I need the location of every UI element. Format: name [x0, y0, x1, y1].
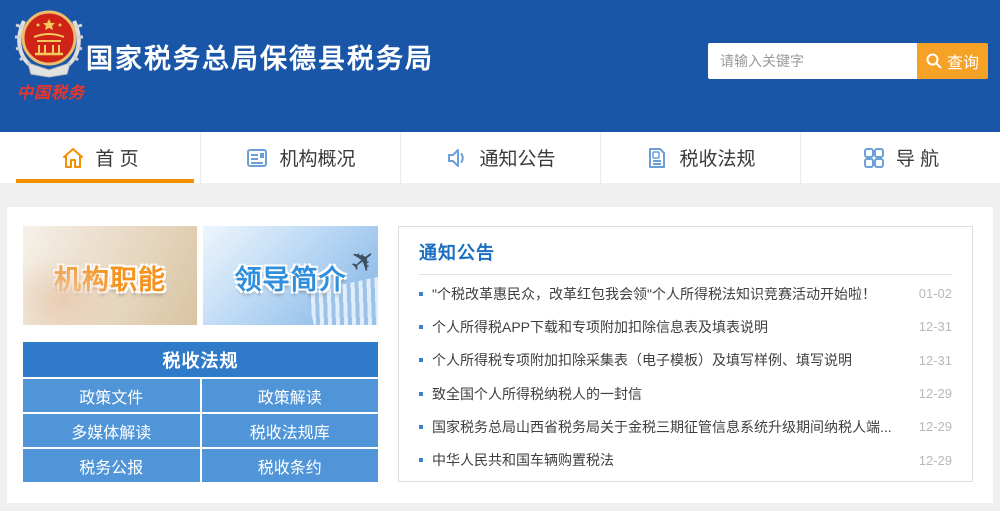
- list-item[interactable]: 个人所得税APP下载和专项附加扣除信息表及填表说明 12-31: [419, 310, 952, 343]
- nav-tab-navigation[interactable]: 导 航: [800, 132, 1000, 183]
- notice-date: 12-31: [918, 352, 952, 368]
- notice-title: 致全国个人所得税纳税人的一封信: [432, 385, 642, 402]
- notice-title: 个人所得税APP下载和专项附加扣除信息表及填表说明: [432, 318, 769, 335]
- list-item[interactable]: 中华人民共和国车辆购置税法 12-29: [419, 444, 952, 477]
- bullet-icon: [419, 424, 423, 429]
- nav-tab-tax-law[interactable]: 税收法规: [600, 132, 800, 183]
- content-area: 机构职能 ✈ 领导简介 税收法规 政策文件 政策解读 多媒体解读 税收法规库 税…: [7, 207, 993, 503]
- active-tab-underline: [16, 179, 194, 183]
- notices-panel-title: 通知公告: [419, 243, 495, 263]
- main-nav: 首 页 机构概况 通知公告 税收法规 导 航: [0, 132, 1000, 183]
- search-input[interactable]: [708, 43, 917, 79]
- page-title: 国家税务总局保德县税务局: [86, 44, 434, 74]
- banner-org-functions[interactable]: 机构职能: [23, 226, 197, 325]
- list-item[interactable]: 致全国个人所得税纳税人的一封信 12-29: [419, 377, 952, 410]
- logo-caption: 中国税务: [16, 85, 85, 102]
- search-box: 查询: [708, 43, 988, 79]
- notice-date: 12-29: [918, 386, 952, 402]
- list-item[interactable]: 国家税务总局山西省税务局关于金税三期征管信息系统升级期间纳税人端... 12-2…: [419, 410, 952, 443]
- list-item[interactable]: 个人所得税专项附加扣除采集表（电子模板）及填写样例、填写说明 12-31: [419, 344, 952, 377]
- notice-date: 12-31: [918, 319, 952, 335]
- notice-title: "个税改革惠民众，改革红包我会领"个人所得税法知识竞赛活动开始啦！: [432, 285, 876, 302]
- search-icon: [926, 53, 942, 69]
- nav-tab-announcements[interactable]: 通知公告: [400, 132, 600, 183]
- nav-tab-label: 首 页: [95, 149, 139, 170]
- notice-title: 中华人民共和国车辆购置税法: [432, 452, 614, 469]
- bullet-icon: [419, 458, 423, 463]
- notice-title: 个人所得税专项附加扣除采集表（电子模板）及填写样例、填写说明: [432, 352, 852, 369]
- tax-emblem-icon: [15, 10, 83, 78]
- search-button-label: 查询: [946, 55, 979, 72]
- notice-date: 12-29: [918, 419, 952, 435]
- site-logo[interactable]: 中国税务: [10, 5, 88, 105]
- tax-law-menu-grid: 政策文件 政策解读 多媒体解读 税收法规库 税务公报 税收条约: [23, 379, 378, 482]
- nav-tab-org-profile[interactable]: 机构概况: [200, 132, 400, 183]
- menu-item-law-database[interactable]: 税收法规库: [201, 414, 378, 447]
- list-item[interactable]: "个税改革惠民众，改革红包我会领"个人所得税法知识竞赛活动开始啦！ 01-02: [419, 277, 952, 310]
- notice-date: 01-02: [918, 286, 952, 302]
- tax-law-menu: 税收法规 政策文件 政策解读 多媒体解读 税收法规库 税务公报 税收条约: [23, 342, 378, 482]
- menu-item-tax-gazette[interactable]: 税务公报: [23, 449, 200, 482]
- tax-law-menu-title: 税收法规: [23, 342, 378, 377]
- notice-date: 12-29: [918, 452, 952, 468]
- site-header: 中国税务 国家税务总局保德县税务局 查询: [0, 0, 1000, 132]
- grid-nav-icon: [863, 147, 884, 168]
- nav-tab-label: 通知公告: [479, 149, 556, 170]
- nav-tab-label: 导 航: [895, 149, 940, 170]
- notices-list: "个税改革惠民众，改革红包我会领"个人所得税法知识竞赛活动开始啦！ 01-02 …: [399, 277, 972, 477]
- nav-tab-label: 税收法规: [679, 149, 756, 170]
- menu-item-policy-reading[interactable]: 政策解读: [201, 379, 378, 412]
- nav-tab-home[interactable]: 首 页: [0, 132, 200, 183]
- banner-leader-intro[interactable]: ✈ 领导简介: [203, 226, 378, 325]
- notices-divider: [419, 274, 952, 275]
- bullet-icon: [419, 358, 423, 363]
- org-profile-icon: [247, 148, 268, 167]
- banner-label: 机构职能: [54, 265, 166, 295]
- announcement-icon: [448, 148, 465, 167]
- bullet-icon: [419, 324, 423, 329]
- banner-label: 领导简介: [234, 265, 347, 295]
- tax-law-doc-icon: [649, 147, 666, 168]
- menu-item-policy-files[interactable]: 政策文件: [23, 379, 200, 412]
- notices-panel: 通知公告 "个税改革惠民众，改革红包我会领"个人所得税法知识竞赛活动开始啦！ 0…: [398, 226, 973, 482]
- home-icon: [63, 147, 84, 168]
- search-button[interactable]: 查询: [917, 43, 988, 79]
- bullet-icon: [419, 291, 423, 296]
- bullet-icon: [419, 391, 423, 396]
- menu-item-multimedia[interactable]: 多媒体解读: [23, 414, 200, 447]
- menu-item-tax-treaties[interactable]: 税收条约: [201, 449, 378, 482]
- notice-title: 国家税务总局山西省税务局关于金税三期征管信息系统升级期间纳税人端...: [432, 418, 892, 435]
- nav-tab-label: 机构概况: [279, 149, 356, 170]
